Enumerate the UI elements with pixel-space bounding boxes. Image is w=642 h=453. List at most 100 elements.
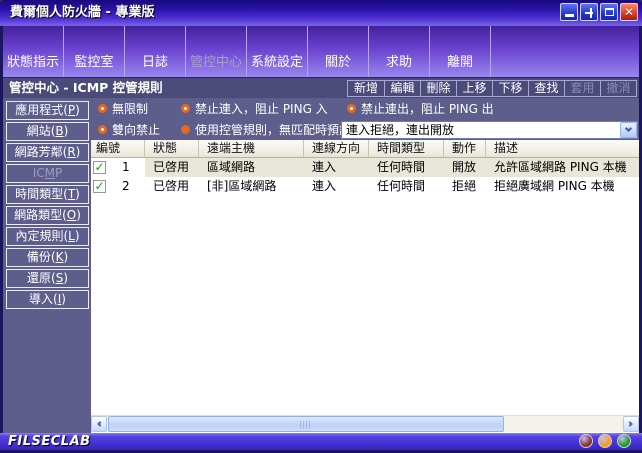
column-header-2[interactable]: 遠端主機 <box>199 140 304 157</box>
default-policy-select[interactable]: 連入拒絕，連出開放 <box>341 120 638 139</box>
sidebar-item-import[interactable]: 導入(I) <box>6 290 89 309</box>
default-policy-value: 連入拒絕，連出開放 <box>346 122 455 137</box>
close-button[interactable]: ✕ <box>620 3 638 21</box>
move-up-button[interactable]: 上移 <box>456 81 492 96</box>
cell-description: 拒絕廣域網 PING 本機 <box>494 179 615 193</box>
rule-number: 2 <box>122 179 130 193</box>
column-header-5[interactable]: 動作 <box>444 140 486 157</box>
tab-log[interactable]: 日誌 <box>125 26 186 77</box>
column-header-6[interactable]: 描述 <box>486 140 639 157</box>
indicator-green <box>617 434 631 448</box>
minimize-icon <box>565 14 574 17</box>
cell-status: 已啓用 <box>153 179 190 193</box>
cell-time-type: 任何時間 <box>369 158 444 177</box>
scrollbar-thumb[interactable] <box>108 416 504 432</box>
cell-remote-host: 區域網路 <box>199 158 304 177</box>
apply-button[interactable]: 套用 <box>564 81 600 96</box>
cell-action: 拒絕 <box>452 179 477 193</box>
scroll-left-button[interactable] <box>91 416 107 432</box>
chevron-down-icon <box>624 124 633 132</box>
window-title: 費爾個人防火牆 - 專業版 <box>10 5 155 20</box>
sidebar-item-applications[interactable]: 應用程式(P) <box>6 101 89 120</box>
table-row[interactable]: ✓ 1 已啓用 區域網路 連入 任何時間 開放 允許區域網路 PING 本機 <box>91 158 639 177</box>
section-bar: 管控中心 - ICMP 控管規則 新增 編輯 刪除 上移 下移 查找 套用 撤消 <box>3 77 639 98</box>
delete-button[interactable]: 刪除 <box>420 81 456 96</box>
action-buttons: 新增 編輯 刪除 上移 下移 查找 套用 撤消 <box>347 80 637 97</box>
tab-control-center[interactable]: 管控中心 <box>186 26 247 77</box>
column-header-0[interactable]: 編號 <box>91 140 145 157</box>
radio-label: 雙向禁止 <box>112 123 161 137</box>
sidebar-item-icmp[interactable]: ICMP <box>6 164 89 183</box>
scroll-right-button[interactable] <box>623 416 639 432</box>
main-area: 無限制 禁止連入，阻止 PING 入 禁止連出，阻止 PING 出 雙向禁止 使用控管… <box>3 98 639 433</box>
tab-monitor[interactable]: 監控室 <box>64 26 125 77</box>
sidebar: 應用程式(P) 網站(B) 網路芳鄰(R) ICMP 時間類型(T) 網路類型(O) 內定規… <box>3 100 91 311</box>
radio-block-in[interactable]: 禁止連入，阻止 PING 入 <box>181 100 347 117</box>
dropdown-button[interactable] <box>620 121 637 138</box>
options-row-2: 雙向禁止 使用控管規則，無匹配時預設 連入拒絕，連出開放 <box>91 119 639 140</box>
radio-icon <box>181 104 190 113</box>
chevron-right-icon <box>627 421 633 427</box>
cell-remote-host: [非]區域網路 <box>207 179 277 193</box>
radio-label: 禁止連入，阻止 PING 入 <box>195 102 328 116</box>
tab-about[interactable]: 關於 <box>308 26 369 77</box>
sidebar-item-default-rules[interactable]: 內定規則(L) <box>6 227 89 246</box>
sidebar-item-network-types[interactable]: 網路類型(O) <box>6 206 89 225</box>
undo-button[interactable]: 撤消 <box>600 81 636 96</box>
title-bar[interactable]: 費爾個人防火牆 - 專業版 ✕ <box>0 0 642 26</box>
column-header-1[interactable]: 狀態 <box>145 140 199 157</box>
chevron-left-icon <box>97 421 103 427</box>
sidebar-item-network-neighbors[interactable]: 網路芳鄰(R) <box>6 143 89 162</box>
brand-logo: FILSECLAB <box>8 434 91 449</box>
sidebar-item-time-types[interactable]: 時間類型(T) <box>6 185 89 204</box>
column-header-3[interactable]: 連線方向 <box>304 140 369 157</box>
cell-description: 允許區域網路 PING 本機 <box>486 158 639 177</box>
radio-icon <box>347 104 356 113</box>
rule-number: 1 <box>122 160 130 174</box>
sidebar-item-website[interactable]: 網站(B) <box>6 122 89 141</box>
radio-use-rules[interactable]: 使用控管規則，無匹配時預設 <box>181 121 351 138</box>
icmp-options: 無限制 禁止連入，阻止 PING 入 禁止連出，阻止 PING 出 雙向禁止 使用控管… <box>91 98 639 140</box>
status-indicators <box>579 434 631 448</box>
sidebar-item-restore[interactable]: 還原(S) <box>6 269 89 288</box>
close-icon: ✕ <box>623 5 635 19</box>
rollup-button[interactable] <box>580 3 598 21</box>
maximize-button[interactable] <box>600 3 618 21</box>
radio-dot <box>184 127 187 132</box>
table-header: 編號 狀態 遠端主機 連線方向 時間類型 動作 描述 <box>91 140 639 158</box>
rule-checkbox[interactable]: ✓ <box>93 161 106 174</box>
horizontal-scrollbar[interactable] <box>91 415 639 432</box>
find-button[interactable]: 查找 <box>528 81 564 96</box>
tab-system-settings[interactable]: 系統設定 <box>247 26 308 77</box>
tab-status[interactable]: 狀態指示 <box>3 26 64 77</box>
radio-icon <box>181 125 190 134</box>
move-down-button[interactable]: 下移 <box>492 81 528 96</box>
options-row-1: 無限制 禁止連入，阻止 PING 入 禁止連出，阻止 PING 出 <box>91 98 639 119</box>
column-header-4[interactable]: 時間類型 <box>369 140 444 157</box>
add-button[interactable]: 新增 <box>348 81 384 96</box>
radio-block-out[interactable]: 禁止連出，阻止 PING 出 <box>347 100 494 117</box>
radio-icon <box>98 104 107 113</box>
minimize-button[interactable] <box>560 3 578 21</box>
tab-exit[interactable]: 離開 <box>430 26 491 77</box>
cell-time-type: 任何時間 <box>377 179 426 193</box>
radio-no-limit[interactable]: 無限制 <box>98 100 181 117</box>
radio-icon <box>98 125 107 134</box>
radio-block-both[interactable]: 雙向禁止 <box>98 121 181 138</box>
cell-action: 開放 <box>444 158 486 177</box>
indicator-orange <box>598 434 612 448</box>
indicator-red <box>579 434 593 448</box>
sidebar-item-backup[interactable]: 備份(K) <box>6 248 89 267</box>
cell-number: ✓ 2 <box>91 177 145 196</box>
edit-button[interactable]: 編輯 <box>384 81 420 96</box>
status-bar: FILSECLAB <box>0 433 642 450</box>
app-window: 費爾個人防火牆 - 專業版 ✕ 狀態指示 監控室 日誌 管控中心 系統設定 關於 求助 離開 … <box>0 0 642 453</box>
tab-bar: 狀態指示 監控室 日誌 管控中心 系統設定 關於 求助 離開 <box>3 26 639 77</box>
section-title: 管控中心 - ICMP 控管規則 <box>9 80 163 95</box>
radio-label: 無限制 <box>112 102 149 116</box>
cell-direction: 連入 <box>304 158 369 177</box>
maximize-icon <box>604 8 614 16</box>
rule-checkbox[interactable]: ✓ <box>93 180 106 193</box>
tab-help[interactable]: 求助 <box>369 26 430 77</box>
table-row[interactable]: ✓ 2 已啓用 [非]區域網路 連入 任何時間 拒絕 拒絕廣域網 PING 本機 <box>91 177 639 196</box>
